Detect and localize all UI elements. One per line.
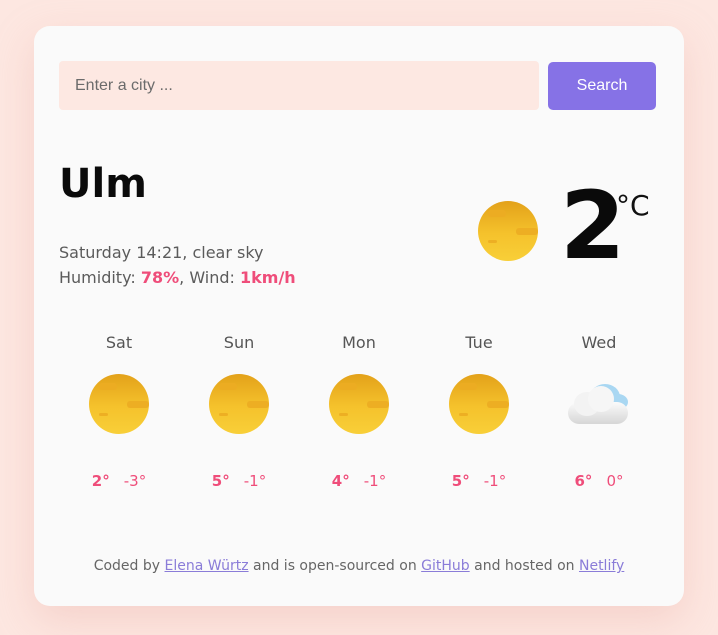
sun-icon xyxy=(89,374,149,434)
weather-card: Search Ulm Saturday 14:21, clear sky Hum… xyxy=(34,26,684,606)
sun-icon xyxy=(209,374,269,434)
forecast-min: -3° xyxy=(123,472,147,490)
forecast-day-name: Mon xyxy=(342,333,376,352)
forecast-day: Tue 5° -1° xyxy=(419,333,539,490)
netlify-link[interactable]: Netlify xyxy=(579,558,624,574)
city-name: Ulm xyxy=(59,161,147,207)
forecast-max: 2° xyxy=(91,472,110,490)
humidity-wind: Humidity: 78%, Wind: 1km/h xyxy=(59,265,296,290)
sun-icon xyxy=(478,201,538,261)
forecast-day-name: Sun xyxy=(223,333,255,352)
forecast-max: 5° xyxy=(451,472,470,490)
wind-label: , Wind: xyxy=(179,268,241,287)
footer-middle2: and hosted on xyxy=(469,558,579,574)
footer-middle: and is open-sourced on xyxy=(248,558,422,574)
forecast-min: -1° xyxy=(363,472,387,490)
search-button[interactable]: Search xyxy=(548,62,656,110)
forecast-day: Wed 6° 0° xyxy=(539,333,659,490)
humidity-value: 78% xyxy=(140,268,180,287)
forecast-day-name: Tue xyxy=(465,333,493,352)
sun-icon xyxy=(329,374,389,434)
forecast-max: 6° xyxy=(574,472,593,490)
forecast-max: 4° xyxy=(331,472,350,490)
forecast-max: 5° xyxy=(211,472,230,490)
date-description: Saturday 14:21, clear sky xyxy=(59,243,264,262)
sun-icon xyxy=(449,374,509,434)
forecast-min: 0° xyxy=(606,472,624,490)
temperature-unit: °C xyxy=(616,189,650,222)
forecast-day: Sat 2° -3° xyxy=(59,333,179,490)
footer-prefix: Coded by xyxy=(93,558,165,574)
current-conditions: Saturday 14:21, clear sky Humidity: 78%,… xyxy=(59,240,296,290)
forecast-min: -1° xyxy=(243,472,267,490)
forecast-min: -1° xyxy=(483,472,507,490)
humidity-label: Humidity: xyxy=(59,268,141,287)
author-link[interactable]: Elena Würtz xyxy=(165,558,249,574)
forecast-day: Sun 5° -1° xyxy=(179,333,299,490)
forecast-day-name: Wed xyxy=(581,333,617,352)
wind-value: 1km/h xyxy=(240,268,296,287)
forecast-day-name: Sat xyxy=(105,333,133,352)
github-link[interactable]: GitHub xyxy=(421,558,470,574)
city-search-input[interactable] xyxy=(59,61,539,110)
forecast: Sat 2° -3° Sun 5° -1° Mon 4° -1° Tue 5° -1° … xyxy=(59,333,659,490)
forecast-day: Mon 4° -1° xyxy=(299,333,419,490)
cloud-icon xyxy=(568,382,630,426)
footer: Coded by Elena Würtz and is open-sourced… xyxy=(34,558,684,574)
